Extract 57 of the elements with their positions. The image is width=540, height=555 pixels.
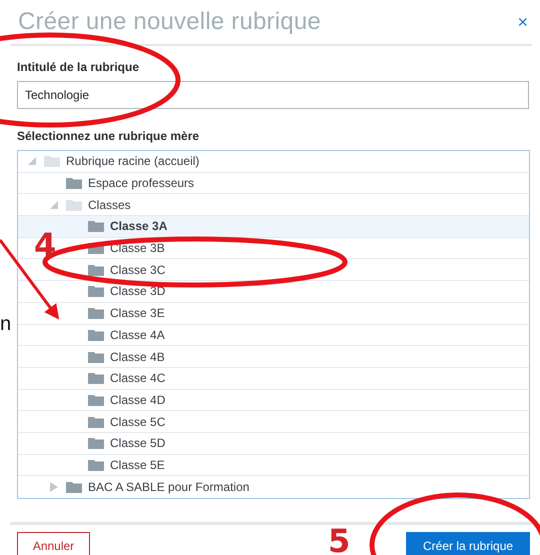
folder-icon — [88, 307, 104, 320]
tree-item-label: Classe 4B — [110, 350, 165, 364]
tree-item[interactable]: Classe 3C — [68, 259, 529, 280]
tree-item-label: Classe 3A — [110, 219, 168, 234]
tree-item[interactable]: Classe 3D — [68, 281, 529, 302]
tree-item[interactable]: Classes — [46, 194, 529, 216]
tree-item-label: Classe 4D — [110, 392, 166, 407]
expanded-triangle-icon[interactable] — [50, 200, 58, 209]
folder-icon — [88, 350, 104, 363]
tree-item[interactable]: Rubrique racine (accueil) — [24, 151, 529, 172]
tree-item-label: Classe 4A — [110, 328, 165, 342]
tree-item[interactable]: Classe 5E — [68, 454, 529, 476]
expanded-triangle-icon[interactable] — [28, 157, 36, 166]
folder-icon — [66, 198, 82, 211]
tree-item[interactable]: Classe 4A — [68, 324, 529, 346]
tree-item-label: Classe 3D — [110, 284, 166, 298]
tree-item-label: Classe 5C — [110, 414, 166, 429]
tree-item[interactable]: Classe 4B — [68, 346, 529, 367]
folder-icon — [88, 220, 104, 232]
tree-item[interactable]: Classe 5D — [68, 432, 529, 454]
folder-icon — [88, 394, 104, 406]
step-number: 4 — [34, 229, 56, 261]
create-button[interactable]: Créer la rubrique — [406, 532, 530, 555]
tree-item-label: Classe 3C — [110, 262, 166, 277]
folder-icon — [88, 437, 104, 450]
folder-icon — [44, 155, 60, 168]
cancel-button[interactable]: Annuler — [17, 532, 90, 555]
folder-icon — [88, 458, 104, 471]
dialog-title: Créer une nouvelle rubrique — [18, 8, 321, 36]
tree-item-label: Classe 5D — [110, 436, 166, 450]
folder-icon — [66, 177, 82, 190]
tree-item-label: BAC A SABLE pour Formation — [88, 480, 250, 494]
tree-item-label: Classe 3E — [110, 306, 165, 320]
folder-icon — [88, 285, 104, 298]
tree-item-label: Classe 4C — [110, 371, 166, 386]
tree-item[interactable]: Classe 4C — [68, 368, 529, 389]
collapsed-triangle-icon[interactable] — [50, 482, 58, 492]
tree-item-label: Rubrique racine (accueil) — [66, 154, 200, 168]
folder-icon — [66, 481, 82, 494]
tree-item[interactable]: BAC A SABLE pour Formation — [46, 476, 529, 498]
folder-icon — [88, 264, 104, 276]
tree-item-label: Espace professeurs — [88, 176, 194, 190]
field-label: Intitulé de la rubrique — [17, 60, 140, 74]
text-fragment: n — [0, 314, 12, 334]
folder-icon — [88, 328, 104, 341]
tree-item[interactable]: Espace professeurs — [46, 172, 529, 194]
folder-icon — [88, 416, 104, 428]
tree-item[interactable]: Classe 4D — [68, 390, 529, 410]
tree-item[interactable]: Classe 5C — [68, 411, 529, 432]
tree-item[interactable]: Classe 3E — [68, 302, 529, 324]
tree-item-label: Classe 5E — [110, 458, 165, 472]
tree-item-label: Classes — [88, 198, 131, 212]
field-label: Sélectionnez une rubrique mère — [17, 129, 200, 143]
step-number: 5 — [328, 525, 350, 555]
input-field[interactable]: Technologie — [17, 81, 529, 109]
folder-icon — [88, 372, 104, 384]
close-button[interactable]: × — [513, 12, 532, 32]
